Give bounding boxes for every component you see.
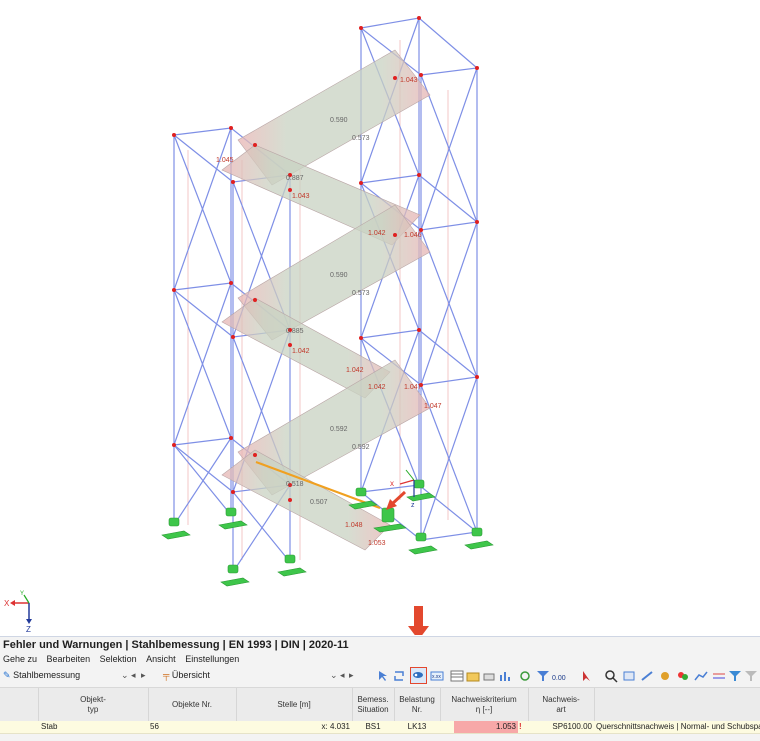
- label-13: 1.042: [368, 384, 386, 391]
- load-icon[interactable]: [658, 669, 672, 683]
- menu-bearbeiten[interactable]: Bearbeiten: [47, 654, 91, 664]
- global-axes-icon: X Z Y: [4, 591, 32, 634]
- label-5: 1.043: [292, 193, 310, 200]
- rotate-select-icon[interactable]: [392, 669, 406, 683]
- label-21: 1.053: [368, 540, 386, 547]
- export-icon[interactable]: [466, 669, 480, 683]
- module-icon: ✎: [3, 670, 11, 680]
- svg-text:z: z: [411, 502, 415, 509]
- overview-icon: ╤: [163, 670, 170, 680]
- label-14: 1.047: [404, 384, 422, 391]
- table-row[interactable]: Stab 56 x: 4.031 BS1 LK13 1.053 ! SP6100…: [0, 721, 760, 734]
- menu-selektion[interactable]: Selektion: [100, 654, 137, 664]
- highlight-arrow-icon: [386, 490, 407, 510]
- col-bemess[interactable]: Bemess. Situation: [352, 695, 394, 715]
- cell-belastung: LK13: [407, 722, 427, 731]
- chevron-down-icon[interactable]: ⌄: [121, 669, 129, 682]
- cell-typ: Stab: [41, 722, 58, 731]
- model-viewport[interactable]: 1.043 0.590 0.573 1.045 0.887 1.043 1.04…: [0, 0, 760, 640]
- view-select[interactable]: ╤ Übersicht ⌄ ◂ ▸: [163, 669, 354, 682]
- cell-stelle: x: 4.031: [321, 722, 350, 731]
- label-1: 0.590: [330, 117, 348, 124]
- result-table-button[interactable]: [410, 667, 427, 684]
- warning-icon: !: [519, 722, 522, 731]
- table-header: Objekt-typ Objekte Nr. Stelle [m] Bemess…: [0, 687, 760, 722]
- lines-icon[interactable]: [712, 669, 726, 683]
- member-icon[interactable]: [640, 669, 654, 683]
- chart-icon[interactable]: [498, 669, 512, 683]
- menu-gehe-zu[interactable]: Gehe zu: [3, 654, 37, 664]
- cell-nr: 56: [150, 722, 159, 731]
- result-table-icon: [413, 672, 423, 678]
- view-select-value: Übersicht: [171, 670, 210, 680]
- funnel-clear-icon[interactable]: [744, 669, 758, 683]
- filter-icon[interactable]: [536, 669, 550, 683]
- label-17: 0.592: [352, 444, 370, 451]
- col-nachweiskriterium[interactable]: Nachweiskriterium η [--]: [440, 695, 528, 715]
- label-20: 1.048: [345, 522, 363, 529]
- panel-title: Fehler und Warnungen | Stahlbemessung | …: [3, 639, 349, 651]
- menu-einstellungen[interactable]: Einstellungen: [185, 654, 239, 664]
- values-icon[interactable]: x.xx: [430, 669, 444, 683]
- label-7: 1.046: [404, 232, 422, 239]
- structure-drawing: 1.043 0.590 0.573 1.045 0.887 1.043 1.04…: [4, 16, 494, 640]
- next-arrow-icon[interactable]: ▸: [141, 669, 146, 682]
- panel-menubar: Gehe zu Bearbeiten Selektion Ansicht Ein…: [0, 654, 243, 667]
- svg-text:Z: Z: [26, 625, 31, 634]
- cell-beschreibung: Querschnittsnachweis | Normal- und Schub…: [596, 722, 760, 731]
- refresh-icon[interactable]: [518, 669, 532, 683]
- svg-text:0.00: 0.00: [552, 675, 566, 682]
- pointer-icon[interactable]: [580, 669, 594, 683]
- prev-arrow-icon-2[interactable]: ◂: [340, 669, 345, 682]
- label-15: 1.047: [424, 403, 442, 410]
- col-stelle[interactable]: Stelle [m]: [236, 700, 352, 710]
- label-8: 0.590: [330, 272, 348, 279]
- prev-arrow-icon[interactable]: ◂: [131, 669, 136, 682]
- table-icon[interactable]: [450, 669, 464, 683]
- module-select[interactable]: ✎ Stahlbemessung ⌄ ◂ ▸: [3, 669, 153, 682]
- label-16: 0.592: [330, 426, 348, 433]
- cell-art: SP6100.00: [552, 722, 592, 731]
- svg-text:Y: Y: [20, 591, 24, 597]
- print-icon[interactable]: [482, 669, 496, 683]
- decimal-icon[interactable]: 0.00: [552, 669, 566, 683]
- funnel-icon[interactable]: [728, 669, 742, 683]
- view-icon[interactable]: [622, 669, 636, 683]
- cell-situation: BS1: [365, 722, 381, 731]
- label-2: 0.573: [352, 135, 370, 142]
- svg-text:x.xx: x.xx: [432, 674, 441, 680]
- zoom-icon[interactable]: [604, 669, 618, 683]
- cursor-select-icon[interactable]: [376, 669, 390, 683]
- label-3: 1.045: [216, 157, 234, 164]
- label-0: 1.043: [400, 77, 418, 84]
- graph-icon[interactable]: [694, 669, 708, 683]
- next-arrow-icon-2[interactable]: ▸: [349, 669, 354, 682]
- module-select-value: Stahlbemessung: [13, 670, 81, 680]
- label-10: 0.885: [286, 328, 304, 335]
- menu-ansicht[interactable]: Ansicht: [146, 654, 176, 664]
- chevron-down-icon-2[interactable]: ⌄: [330, 669, 338, 682]
- label-6: 1.042: [368, 230, 386, 237]
- panel-toolbar: ✎ Stahlbemessung ⌄ ◂ ▸ ╤ Übersicht ⌄ ◂ ▸…: [0, 667, 760, 685]
- col-belastung[interactable]: Belastung Nr.: [394, 695, 440, 715]
- svg-text:X: X: [4, 599, 10, 608]
- col-nachweisart[interactable]: Nachweis-art: [528, 695, 594, 715]
- callout-arrow-icon: [408, 606, 429, 640]
- label-4: 0.887: [286, 175, 304, 182]
- label-19: 0.507: [310, 499, 328, 506]
- label-18: 0.518: [286, 481, 304, 488]
- cell-eta: 1.053: [454, 721, 518, 733]
- label-11: 1.042: [292, 348, 310, 355]
- label-9: 0.573: [352, 290, 370, 297]
- col-objekte-nr[interactable]: Objekte Nr.: [148, 700, 236, 710]
- results-panel: Fehler und Warnungen | Stahlbemessung | …: [0, 636, 760, 741]
- svg-text:x: x: [390, 479, 394, 488]
- col-objekt-typ[interactable]: Objekt-typ: [38, 695, 148, 715]
- color-icon[interactable]: [676, 669, 690, 683]
- label-12: 1.042: [346, 367, 364, 374]
